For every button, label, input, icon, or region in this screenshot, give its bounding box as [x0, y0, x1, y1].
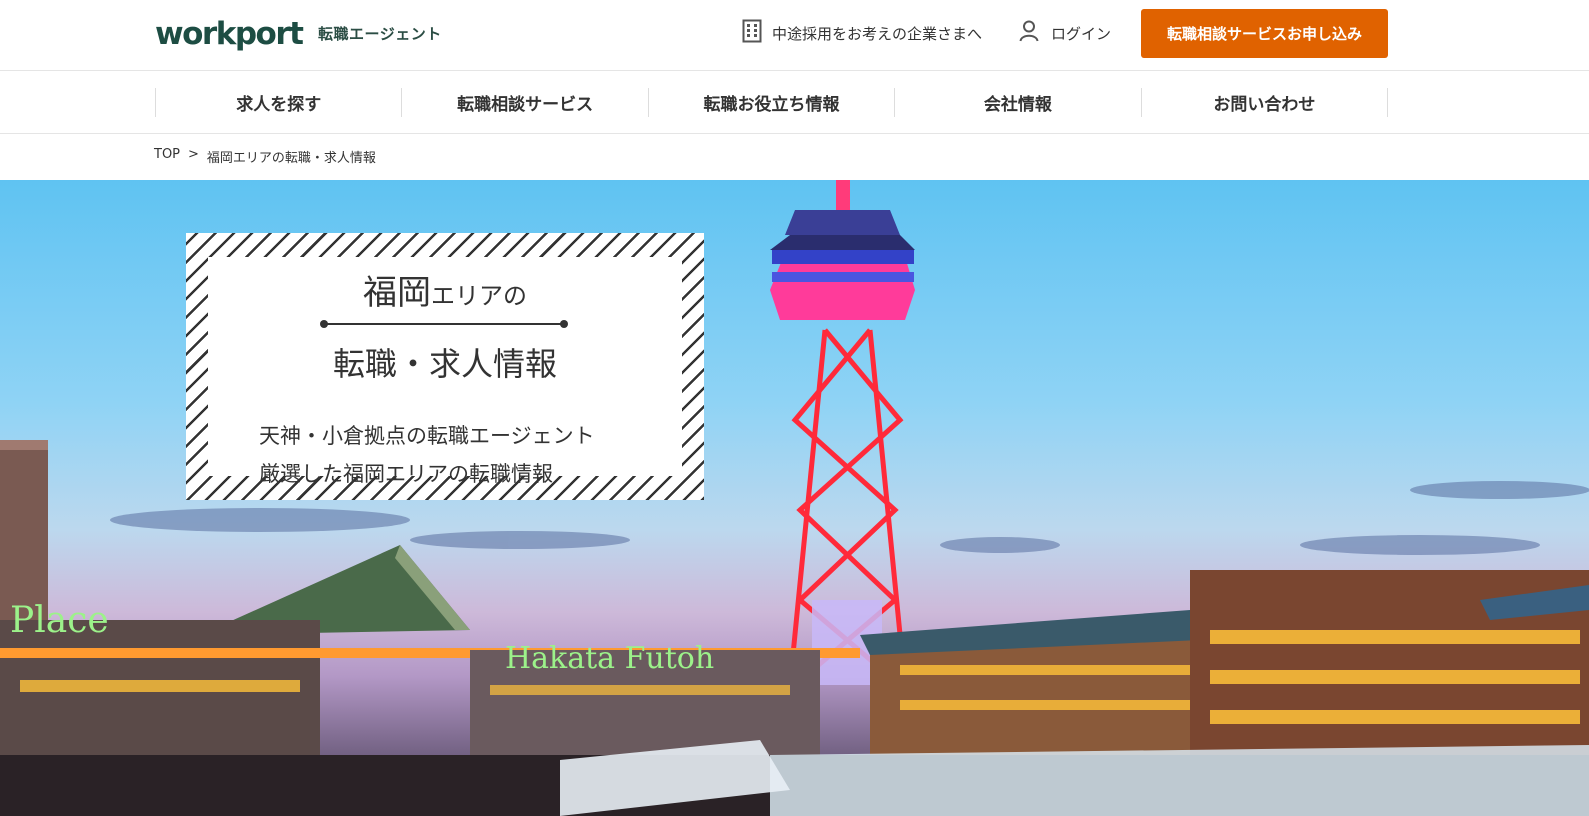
user-icon [1019, 20, 1039, 46]
hero-title-area: 福岡エリアの [208, 265, 682, 314]
global-nav: 求人を探す 転職相談サービス 転職お役立ち情報 会社情報 お問い合わせ [0, 71, 1589, 134]
hero-banner: Place Hakata Futoh 福岡エリアの 転職・求人情報 天神・小倉拠… [0, 180, 1589, 816]
hero-title-suffix: エリアの [431, 282, 527, 310]
nav-item-contact[interactable]: お問い合わせ [1142, 88, 1389, 117]
corporate-link[interactable]: 中途採用をお考えの企業さまへ [742, 19, 983, 47]
hero-title-main: 転職・求人情報 [332, 345, 557, 383]
nav-item-consultation[interactable]: 転職相談サービス [402, 88, 649, 117]
logo-wordmark: workport [155, 16, 304, 52]
sign-place: Place [10, 600, 109, 641]
logo-subtitle: 転職エージェント [318, 25, 442, 43]
breadcrumb-home[interactable]: TOP [154, 147, 180, 166]
hero-lead: 天神・小倉拠点の転職エージェント 厳選した福岡エリアの転職情報 [259, 417, 595, 493]
hero-title-city: 福岡 [363, 273, 431, 313]
corporate-link-label: 中途採用をお考えの企業さまへ [772, 24, 983, 43]
hero-title-card-inner: 福岡エリアの 転職・求人情報 天神・小倉拠点の転職エージェント 厳選した福岡エリ… [208, 257, 682, 486]
breadcrumb-separator: > [188, 147, 199, 162]
hero-title-divider [320, 320, 568, 328]
nav-item-useful-info[interactable]: 転職お役立ち情報 [649, 88, 896, 117]
workport-logo[interactable]: workport 転職エージェント [155, 12, 441, 52]
building-icon [742, 19, 762, 47]
breadcrumb: TOP > 福岡エリアの転職・求人情報 [154, 147, 376, 166]
site-header: workport 転職エージェント 中途採用をお考えの企業さまへ ログイン 転職… [0, 0, 1589, 71]
nav-item-company[interactable]: 会社情報 [895, 88, 1142, 117]
login-link[interactable]: ログイン [1019, 20, 1111, 46]
hero-lead-line-1: 天神・小倉拠点の転職エージェント [259, 424, 595, 448]
sign-hakata-futoh: Hakata Futoh [505, 641, 714, 676]
login-link-label: ログイン [1051, 24, 1112, 43]
nav-item-job-search[interactable]: 求人を探す [156, 88, 403, 117]
breadcrumb-current: 福岡エリアの転職・求人情報 [206, 151, 376, 166]
hero-lead-line-2: 厳選した福岡エリアの転職情報 [259, 462, 553, 486]
hero-title-card: 福岡エリアの 転職・求人情報 天神・小倉拠点の転職エージェント 厳選した福岡エリ… [186, 233, 704, 500]
apply-service-button[interactable]: 転職相談サービスお申し込み [1141, 9, 1388, 58]
